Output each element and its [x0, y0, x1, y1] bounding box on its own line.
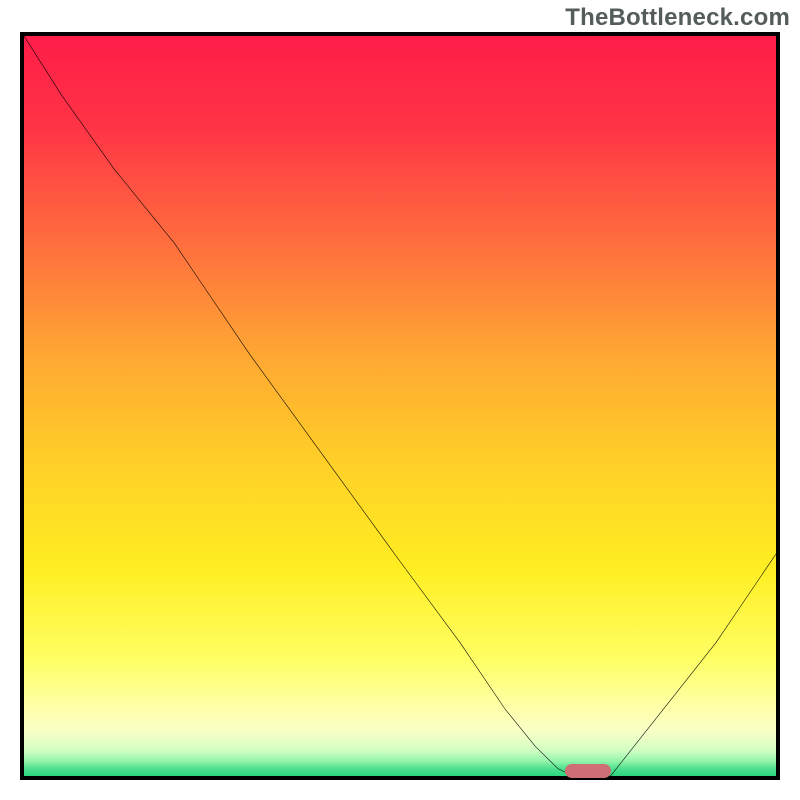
plot-area [20, 32, 780, 780]
optimal-marker [565, 764, 611, 778]
chart-stage: TheBottleneck.com [0, 0, 800, 800]
bottleneck-curve [24, 36, 776, 776]
watermark-text: TheBottleneck.com [565, 4, 790, 32]
